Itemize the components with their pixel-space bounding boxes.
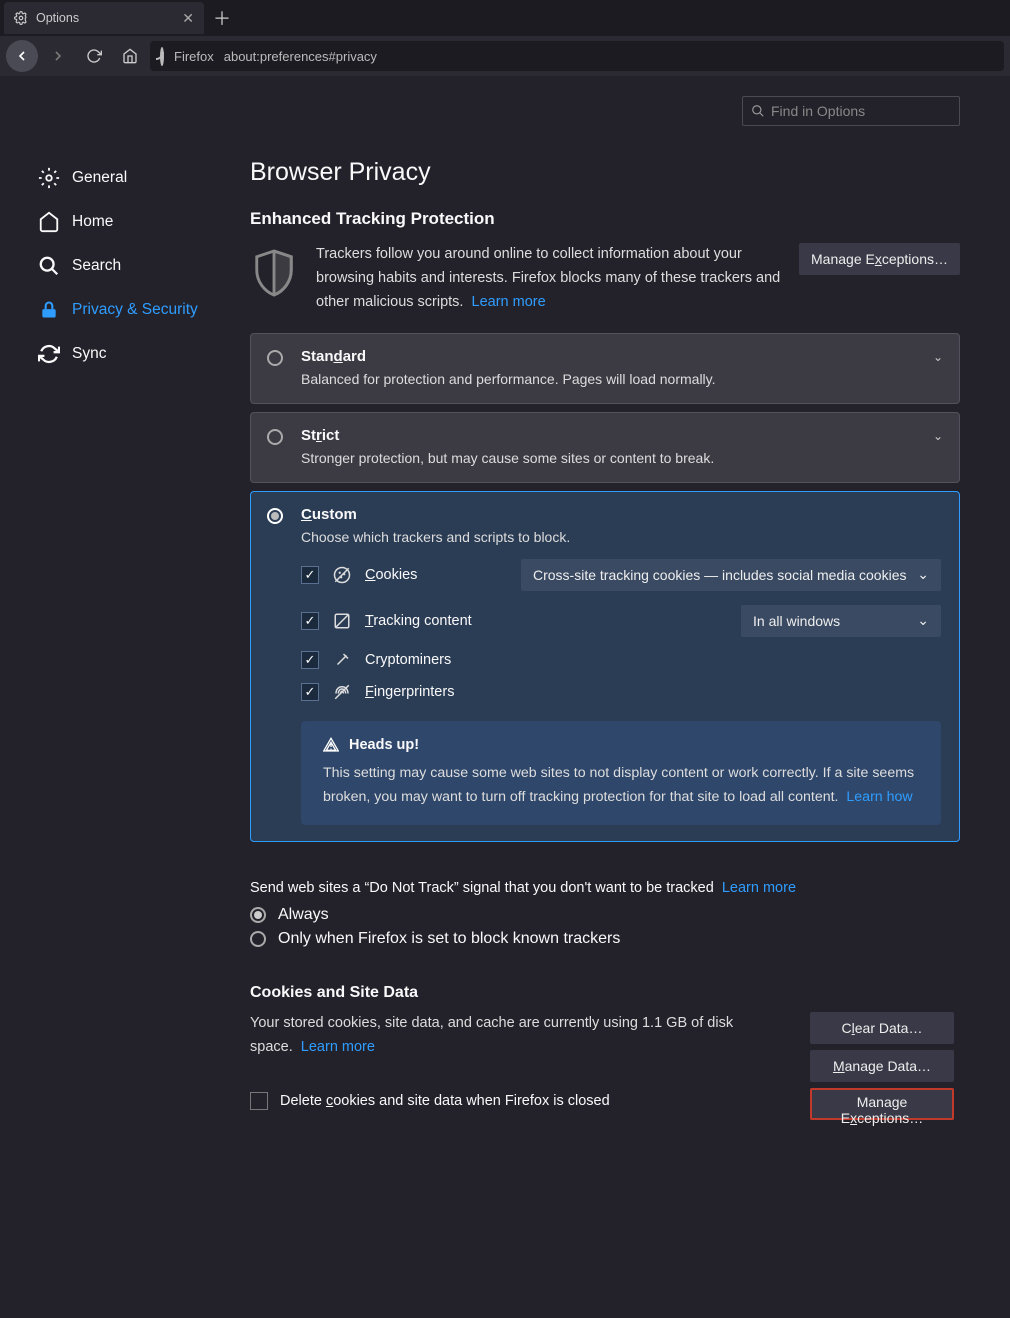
page-title: Browser Privacy (250, 158, 960, 187)
gear-icon (14, 11, 28, 25)
section-title: Enhanced Tracking Protection (250, 209, 960, 229)
manage-exceptions-button[interactable]: Manage Exceptions… (799, 243, 960, 275)
lock-icon (38, 299, 60, 321)
dnt-text: Send web sites a “Do Not Track” signal t… (250, 880, 714, 896)
checkbox-icon (250, 1092, 268, 1110)
firefox-icon (160, 49, 164, 64)
chevron-down-icon: ⌄ (933, 350, 943, 364)
tab-options[interactable]: Options ✕ (4, 2, 204, 34)
reload-button[interactable] (78, 40, 110, 72)
section-title: Cookies and Site Data (250, 984, 960, 1002)
url-path: about:preferences#privacy (224, 49, 377, 64)
chevron-down-icon: ⌄ (933, 429, 943, 443)
url-bar[interactable]: Firefox about:preferences#privacy (150, 41, 1004, 71)
nav-bar: Firefox about:preferences#privacy (0, 36, 1010, 76)
label-fingerprinters: Fingerprinters (365, 684, 454, 700)
home-button[interactable] (114, 40, 146, 72)
search-icon (38, 255, 60, 277)
sync-icon (38, 343, 60, 365)
card-desc: Balanced for protection and performance.… (301, 371, 941, 387)
card-desc: Choose which trackers and scripts to blo… (301, 529, 941, 545)
search-icon (751, 104, 765, 118)
protection-card-standard[interactable]: ⌄ Standard Balanced for protection and p… (250, 333, 960, 404)
checkbox-tracking[interactable]: ✓ (301, 612, 319, 630)
clear-data-button[interactable]: Clear Data… (810, 1012, 954, 1044)
select-cookies[interactable]: Cross-site tracking cookies — includes s… (521, 559, 941, 591)
sidebar: General Home Search Privacy & Security S… (0, 96, 250, 1318)
protection-card-strict[interactable]: ⌄ Strict Stronger protection, but may ca… (250, 412, 960, 483)
sidebar-item-general[interactable]: General (38, 156, 250, 200)
sidebar-label: Home (72, 213, 113, 231)
radio-always[interactable]: Always (250, 906, 960, 924)
checkbox-delete-on-close[interactable]: Delete cookies and site data when Firefo… (250, 1092, 790, 1110)
radio-label: Only when Firefox is set to block known … (278, 930, 620, 948)
label-cryptominers: Cryptominers (365, 652, 451, 668)
sidebar-item-home[interactable]: Home (38, 200, 250, 244)
learn-more-link[interactable]: Learn more (301, 1039, 375, 1055)
fingerprint-icon (333, 683, 351, 701)
label-cookies: Cookies (365, 567, 417, 583)
chevron-down-icon: ⌄ (917, 612, 929, 629)
sidebar-label: General (72, 169, 127, 187)
warning-text: This setting may cause some web sites to… (323, 765, 914, 805)
sidebar-label: Search (72, 257, 121, 275)
home-icon (38, 211, 60, 233)
forward-button[interactable] (42, 40, 74, 72)
radio-strict[interactable] (267, 429, 283, 445)
url-prefix: Firefox (174, 49, 214, 64)
search-input[interactable]: Find in Options (742, 96, 960, 126)
select-value: Cross-site tracking cookies — includes s… (533, 567, 906, 583)
new-tab-button[interactable]: ＋ (208, 4, 236, 32)
sidebar-label: Privacy & Security (72, 301, 198, 319)
chevron-down-icon: ⌄ (917, 566, 929, 583)
learn-more-link[interactable]: Learn more (472, 294, 546, 310)
close-icon[interactable]: ✕ (182, 10, 194, 27)
tab-strip: Options ✕ ＋ (0, 0, 1010, 36)
radio-only-blocking[interactable]: Only when Firefox is set to block known … (250, 930, 960, 948)
warning-icon (323, 737, 339, 753)
radio-label: Always (278, 906, 329, 924)
card-desc: Stronger protection, but may cause some … (301, 450, 941, 466)
tracking-icon (333, 612, 351, 630)
back-button[interactable] (6, 40, 38, 72)
learn-more-link[interactable]: Learn more (722, 880, 796, 896)
checkbox-fingerprinters[interactable]: ✓ (301, 683, 319, 701)
delete-label: Delete cookies and site data when Firefo… (280, 1093, 610, 1109)
checkbox-cryptominers[interactable]: ✓ (301, 651, 319, 669)
sidebar-item-sync[interactable]: Sync (38, 332, 250, 376)
warning-box: Heads up! This setting may cause some we… (301, 721, 941, 825)
checkbox-cookies[interactable]: ✓ (301, 566, 319, 584)
etp-description: Trackers follow you around online to col… (316, 246, 780, 310)
warning-title: Heads up! (349, 737, 419, 753)
learn-how-link[interactable]: Learn how (846, 789, 912, 805)
manage-data-button[interactable]: Manage Data… (810, 1050, 954, 1082)
cookie-icon (333, 566, 351, 584)
sidebar-item-search[interactable]: Search (38, 244, 250, 288)
radio-custom[interactable] (267, 508, 283, 524)
protection-card-custom[interactable]: Custom Choose which trackers and scripts… (250, 491, 960, 842)
sidebar-item-privacy[interactable]: Privacy & Security (38, 288, 250, 332)
select-tracking[interactable]: In all windows ⌄ (741, 605, 941, 637)
cryptominer-icon (333, 651, 351, 669)
select-value: In all windows (753, 613, 840, 629)
shield-icon (250, 243, 298, 301)
radio-standard[interactable] (267, 350, 283, 366)
manage-exceptions-button[interactable]: Manage Exceptions… (810, 1088, 954, 1120)
label-tracking: Tracking content (365, 613, 472, 629)
sidebar-label: Sync (72, 345, 106, 363)
tab-title: Options (36, 11, 79, 25)
gear-icon (38, 167, 60, 189)
search-placeholder: Find in Options (771, 103, 865, 119)
